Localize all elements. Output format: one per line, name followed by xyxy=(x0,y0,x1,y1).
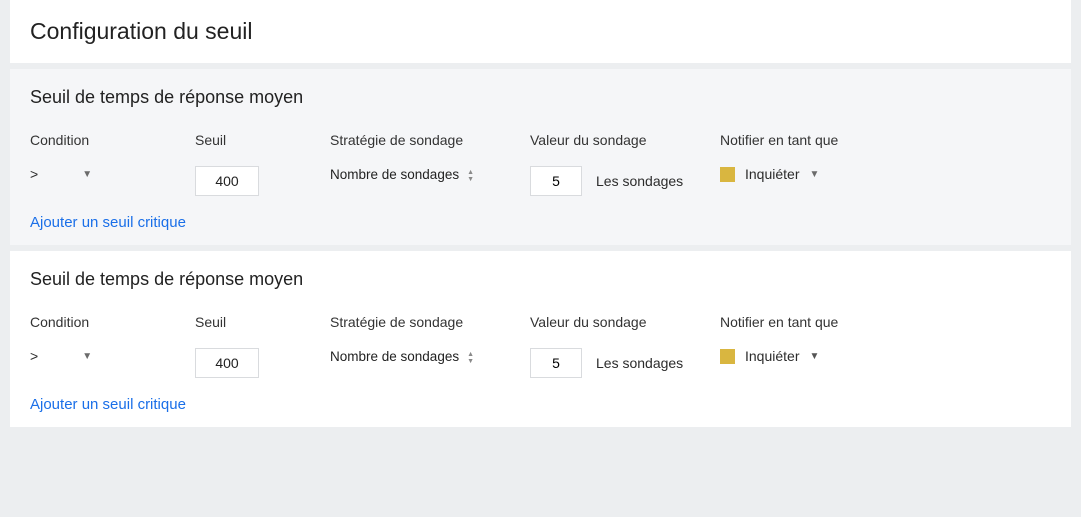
chevron-down-icon: ▼ xyxy=(809,169,819,180)
header-threshold: Seuil xyxy=(195,132,330,148)
poll-label: Les sondages xyxy=(596,173,683,189)
threshold-row: > ▼ Nombre de sondages ▲▼ Les sondages xyxy=(30,166,1051,196)
header-notify-as: Notifier en tant que xyxy=(720,132,1051,148)
strategy-dropdown[interactable]: Nombre de sondages ▲▼ xyxy=(330,167,474,184)
notify-label: Inquiéter xyxy=(745,348,799,364)
header-poll-value: Valeur du sondage xyxy=(530,132,720,148)
severity-color-swatch xyxy=(720,167,735,182)
strategy-dropdown[interactable]: Nombre de sondages ▲▼ xyxy=(330,349,474,366)
condition-dropdown[interactable]: > ▼ xyxy=(30,348,92,364)
page-title: Configuration du seuil xyxy=(10,0,1071,63)
column-headers: Condition Seuil Stratégie de sondage Val… xyxy=(30,132,1051,148)
header-poll-value: Valeur du sondage xyxy=(530,314,720,330)
poll-value-group: Les sondages xyxy=(530,166,683,196)
chevron-down-icon: ▼ xyxy=(809,351,819,362)
threshold-config-page: Configuration du seuil Seuil de temps de… xyxy=(0,0,1081,443)
poll-label: Les sondages xyxy=(596,355,683,371)
notify-dropdown[interactable]: Inquiéter ▼ xyxy=(720,166,819,182)
threshold-section: Seuil de temps de réponse moyen Conditio… xyxy=(10,251,1071,427)
poll-value-input[interactable] xyxy=(530,348,582,378)
notify-label: Inquiéter xyxy=(745,166,799,182)
strategy-value: Nombre de sondages xyxy=(330,349,459,366)
section-title: Seuil de temps de réponse moyen xyxy=(30,87,1051,108)
poll-value-input[interactable] xyxy=(530,166,582,196)
header-threshold: Seuil xyxy=(195,314,330,330)
section-title: Seuil de temps de réponse moyen xyxy=(30,269,1051,290)
column-headers: Condition Seuil Stratégie de sondage Val… xyxy=(30,314,1051,330)
poll-value-group: Les sondages xyxy=(530,348,683,378)
threshold-input[interactable] xyxy=(195,348,259,378)
condition-value: > xyxy=(30,166,38,182)
header-strategy: Stratégie de sondage xyxy=(330,132,530,148)
threshold-row: > ▼ Nombre de sondages ▲▼ Les sondages xyxy=(30,348,1051,378)
header-condition: Condition xyxy=(30,132,195,148)
chevron-down-icon: ▼ xyxy=(82,169,92,180)
add-critical-threshold-link[interactable]: Ajouter un seuil critique xyxy=(30,396,186,413)
severity-color-swatch xyxy=(720,349,735,364)
notify-dropdown[interactable]: Inquiéter ▼ xyxy=(720,348,819,364)
sort-icon: ▲▼ xyxy=(467,169,474,183)
threshold-input[interactable] xyxy=(195,166,259,196)
condition-value: > xyxy=(30,348,38,364)
strategy-value: Nombre de sondages xyxy=(330,167,459,184)
header-strategy: Stratégie de sondage xyxy=(330,314,530,330)
condition-dropdown[interactable]: > ▼ xyxy=(30,166,92,182)
threshold-section: Seuil de temps de réponse moyen Conditio… xyxy=(10,69,1071,245)
header-condition: Condition xyxy=(30,314,195,330)
header-notify-as: Notifier en tant que xyxy=(720,314,1051,330)
chevron-down-icon: ▼ xyxy=(82,351,92,362)
sort-icon: ▲▼ xyxy=(467,351,474,365)
add-critical-threshold-link[interactable]: Ajouter un seuil critique xyxy=(30,214,186,231)
